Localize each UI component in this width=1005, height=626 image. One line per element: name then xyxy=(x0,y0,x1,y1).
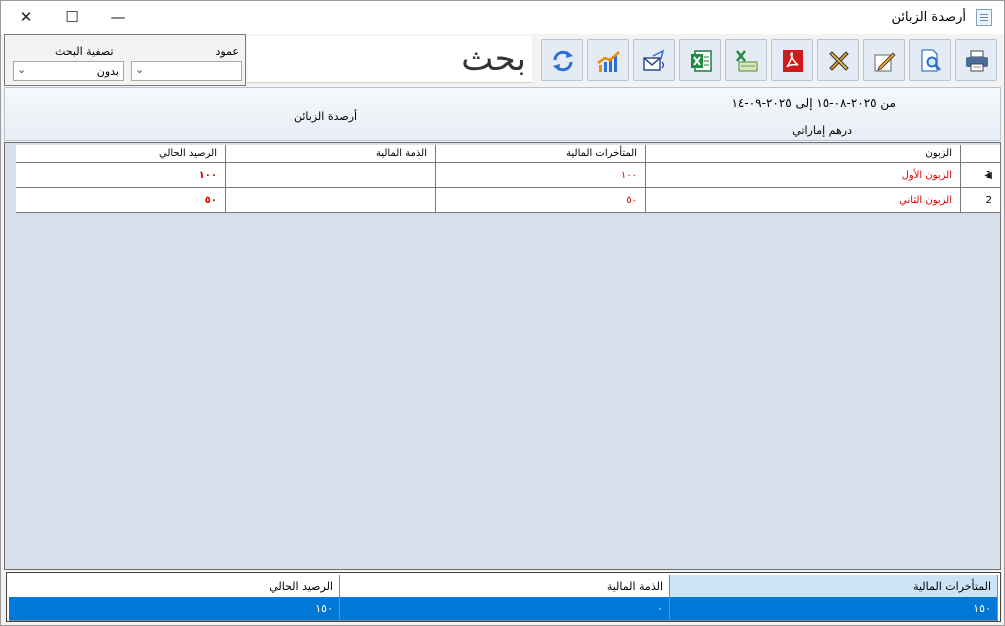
chart-icon xyxy=(597,51,620,72)
cell-text: الزبون الأول xyxy=(901,170,952,181)
totals-late-value[interactable]: ١٥٠ xyxy=(670,597,998,621)
row-number: 2 xyxy=(985,195,992,206)
chevron-down-icon: ⌄ xyxy=(135,63,145,76)
totals-value-text: ١٥٠ xyxy=(315,602,333,615)
totals-header-balance[interactable]: الرصيد الحالي xyxy=(9,575,340,599)
totals-balance-value[interactable]: ١٥٠ xyxy=(9,597,340,621)
cell-balance[interactable]: ٥٠ xyxy=(16,188,226,213)
column-header-balance[interactable]: الرصيد الحالي xyxy=(16,145,226,163)
totals-grid: المتأخرات المالية الذمة المالية الرصيد ا… xyxy=(6,572,1001,622)
totals-value-text: ١٥٠ xyxy=(973,602,991,615)
edit-button[interactable] xyxy=(863,39,905,81)
data-grid: الزبون المتأخرات المالية الذمة المالية ا… xyxy=(4,142,1001,570)
refresh-icon xyxy=(553,50,573,72)
print-preview-icon xyxy=(921,49,941,72)
email-button[interactable] xyxy=(633,39,675,81)
table-row[interactable]: 2 الزبون الثاني ٥٠ ٥٠ xyxy=(15,188,1001,213)
totals-header-debt[interactable]: الذمة المالية xyxy=(340,575,670,599)
cell-text: ٥٠ xyxy=(204,195,217,206)
report-title: أرصدة الزبائن xyxy=(294,110,358,123)
cell-customer[interactable]: الزبون الثاني xyxy=(646,188,961,213)
excel-button[interactable] xyxy=(679,39,721,81)
column-select[interactable]: ⌄ xyxy=(131,61,242,81)
table-row[interactable]: ◀ 1 الزبون الأول ١٠٠ ١٠٠ xyxy=(15,163,1001,188)
column-header-label: الرصيد الحالي xyxy=(159,148,217,159)
window-title: أرصدة الزبائن xyxy=(891,10,966,25)
edit-report-icon xyxy=(874,52,896,72)
minimize-button[interactable]: — xyxy=(95,1,141,34)
design-tools-icon xyxy=(829,51,849,71)
preview-button[interactable] xyxy=(909,39,951,81)
chart-button[interactable] xyxy=(587,39,629,81)
report-header: من ٢٠٢٥-٠٨-١٥ إلى ٢٠٢٥-٠٩-١٤ درهم إمارات… xyxy=(4,87,1001,141)
refresh-button[interactable] xyxy=(541,39,583,81)
date-range: من ٢٠٢٥-٠٨-١٥ إلى ٢٠٢٥-٠٩-١٤ xyxy=(731,96,896,110)
column-header-customer[interactable]: الزبون xyxy=(646,145,961,163)
email-send-icon xyxy=(643,49,665,71)
totals-header-label: المتأخرات المالية xyxy=(913,580,991,593)
row-header[interactable]: 2 xyxy=(961,188,1001,213)
cell-late[interactable]: ٥٠ xyxy=(436,188,646,213)
filter-panel: عمود تصفية البحث ⌄ بدون ⌄ xyxy=(4,34,246,86)
column-header-label: الزبون xyxy=(925,148,952,159)
cell-debt[interactable] xyxy=(226,188,436,213)
csv-button[interactable] xyxy=(725,39,767,81)
row-header[interactable]: ◀ 1 xyxy=(961,163,1001,188)
row-number: 1 xyxy=(985,170,992,181)
pdf-button[interactable] xyxy=(771,39,813,81)
totals-debt-value[interactable]: ٠ xyxy=(340,597,670,621)
cell-text: ١٠٠ xyxy=(620,170,637,181)
search-filter-value: بدون xyxy=(96,65,119,78)
column-label: عمود xyxy=(215,45,239,58)
column-header-label: المتأخرات المالية xyxy=(566,148,637,159)
currency-label: درهم إماراتي xyxy=(792,124,852,137)
cell-customer[interactable]: الزبون الأول xyxy=(646,163,961,188)
column-header-debt[interactable]: الذمة المالية xyxy=(226,145,436,163)
cell-text: الزبون الثاني xyxy=(899,195,952,206)
pdf-icon xyxy=(783,50,803,72)
cell-text: ٥٠ xyxy=(626,195,637,206)
totals-value-text: ٠ xyxy=(657,602,663,615)
totals-header-label: الرصيد الحالي xyxy=(269,580,333,593)
search-input[interactable]: بحث xyxy=(247,36,532,83)
csv-icon xyxy=(736,50,758,72)
search-input-text: بحث xyxy=(461,39,526,79)
title-bar: ✕ ☐ — أرصدة الزبائن xyxy=(1,1,1004,34)
print-button[interactable] xyxy=(955,39,997,81)
search-filter-label: تصفية البحث xyxy=(55,45,114,58)
toolbar xyxy=(537,36,1004,84)
maximize-button[interactable]: ☐ xyxy=(49,1,95,34)
report-window: ✕ ☐ — أرصدة الزبائن عمود تصفية البحث ⌄ ب… xyxy=(0,0,1005,626)
row-header-corner xyxy=(961,145,1001,163)
cell-late[interactable]: ١٠٠ xyxy=(436,163,646,188)
design-button[interactable] xyxy=(817,39,859,81)
close-button[interactable]: ✕ xyxy=(3,1,49,34)
totals-header-label: الذمة المالية xyxy=(606,580,663,593)
cell-debt[interactable] xyxy=(226,163,436,188)
column-header-label: الذمة المالية xyxy=(375,148,427,159)
cell-balance[interactable]: ١٠٠ xyxy=(16,163,226,188)
report-document-icon xyxy=(976,9,992,26)
chevron-down-icon: ⌄ xyxy=(17,63,27,76)
excel-icon xyxy=(691,50,712,72)
search-filter-select[interactable]: بدون ⌄ xyxy=(13,61,124,81)
cell-text: ١٠٠ xyxy=(198,170,217,181)
totals-header-late[interactable]: المتأخرات المالية xyxy=(670,575,998,599)
grid-header-row: الزبون المتأخرات المالية الذمة المالية ا… xyxy=(15,145,1001,163)
printer-icon xyxy=(966,50,988,72)
column-header-late[interactable]: المتأخرات المالية xyxy=(436,145,646,163)
